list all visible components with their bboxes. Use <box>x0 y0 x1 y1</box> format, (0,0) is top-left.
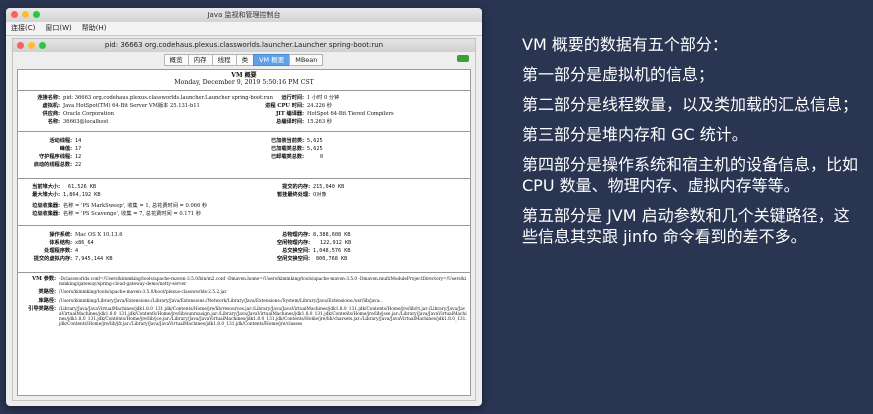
tab-overview[interactable]: 概览 <box>163 54 189 66</box>
menu-connection[interactable]: 连接(C) <box>11 22 35 35</box>
gc-row: 垃圾收集器: 名称 = 'PS Scavenge', 收集 = 7, 总花费时间 … <box>32 211 202 217</box>
tab-classes[interactable]: 类 <box>235 54 255 66</box>
vm-info-section: 连接名称: pid: 36663 org.codehaus.plexus.clas… <box>18 91 470 132</box>
info-row: JIT 编译器: HotSpot 64-Bit Tiered Compilers <box>275 111 394 117</box>
info-row: 提交的虚拟内存: 7,945,144 KB <box>33 256 113 262</box>
note-part2: 第二部分是线程数量，以及类加载的汇总信息； <box>522 95 859 114</box>
tab-vm-summary[interactable]: VM 概要 <box>253 54 291 66</box>
info-row: 空闲交换空间: 800,768 KB <box>276 256 348 262</box>
info-row: 已卸载类总数: 0 <box>270 154 324 160</box>
info-row: 提交的内存: 215,040 KB <box>282 184 345 190</box>
minimize-button[interactable] <box>22 11 29 18</box>
info-row: 操作系统: Mac OS X 10.13.6 <box>49 232 123 238</box>
jconsole-window: Java 监视和管理控制台 连接(C) 窗口(W) 帮助(H) pid: 366… <box>6 8 482 406</box>
close-button[interactable] <box>11 11 18 18</box>
info-row: 守护程序线程: 12 <box>38 154 82 160</box>
gc-row: 垃圾收集器: 名称 = 'PS MarkSweep', 收集 = 1, 总花费时间… <box>32 203 208 209</box>
info-row: 名称: 36663@localhost <box>47 119 109 125</box>
connection-titlebar: pid: 36663 org.codehaus.plexus.classworl… <box>13 39 475 52</box>
summary-title: VM 概要 <box>231 72 257 79</box>
zoom-button[interactable] <box>33 11 40 18</box>
info-row: 空闲物理内存: 122,912 KB <box>276 240 352 246</box>
info-row: 处理程序数: 4 <box>44 248 79 254</box>
info-row: 启动的线程总数: 22 <box>33 162 82 168</box>
info-row: 活动线程: 14 <box>49 138 82 144</box>
note-part1: 第一部分是虚拟机的信息； <box>522 65 715 84</box>
summary-header: VM 概要 Monday, December 9, 2019 5:50:16 P… <box>18 70 470 91</box>
window-titlebar: Java 监视和管理控制台 <box>6 8 482 22</box>
info-row: 最大堆大小: 1,864,192 KB <box>32 192 101 198</box>
inner-close-button[interactable] <box>17 42 24 49</box>
info-row: 暂挂最终处理: 0对象 <box>276 192 327 198</box>
threads-classes-section: 活动线程: 14 峰值: 17 守护程序线程: 12 启动的线程总数: 22 已加装当前… <box>18 132 470 179</box>
note-intro: VM 概要的数据有五个部分： <box>522 35 728 54</box>
note-part5: 第五部分是 JVM 启动参数和几个关键路径，这些信息其实跟 jinfo 命令看到… <box>522 206 850 246</box>
menu-bar: 连接(C) 窗口(W) 帮助(H) <box>6 22 482 36</box>
tab-mbean[interactable]: MBean <box>289 54 324 66</box>
note-part3: 第三部分是堆内存和 GC 统计。 <box>522 125 748 144</box>
heap-gc-section: 当前堆大小: 61,526 KB 最大堆大小: 1,864,192 KB 提交的内存… <box>18 179 470 226</box>
connection-plug-icon[interactable] <box>457 55 469 62</box>
summary-datetime: Monday, December 9, 2019 5:50:16 PM CST <box>174 79 314 86</box>
tab-bar: 概览 内存 线程 类 VM 概要 MBean <box>13 52 475 68</box>
info-row: 连接名称: pid: 36663 org.codehaus.plexus.clas… <box>37 95 273 101</box>
info-row: 总编译时间: 15.263 秒 <box>276 119 332 125</box>
info-row: 当前堆大小: 61,526 KB <box>32 184 97 190</box>
inner-minimize-button[interactable] <box>28 42 35 49</box>
info-row: 总交换空间: 1,048,576 KB <box>282 248 351 254</box>
path-row: 类路径:/Users/kimmking/tools/apache-maven-3… <box>38 289 227 296</box>
info-row: 峰值: 17 <box>59 146 82 152</box>
path-row: 库路径:/Users/kimmking/Library/Java/Extensi… <box>38 297 382 304</box>
tab-memory[interactable]: 内存 <box>187 54 213 66</box>
menu-help[interactable]: 帮助(H) <box>82 22 107 35</box>
info-row: 运行时间: 1 小时 0 分钟 <box>281 95 340 101</box>
vm-summary-panel: VM 概要 Monday, December 9, 2019 5:50:16 P… <box>17 69 471 396</box>
info-row: 虚拟机: Java HotSpot(TM) 64-Bit Server VM版本 … <box>42 103 200 109</box>
menu-window[interactable]: 窗口(W) <box>45 22 71 35</box>
inner-zoom-button[interactable] <box>39 42 46 49</box>
info-row: 总物理内存: 8,388,608 KB <box>282 232 351 238</box>
connection-title: pid: 36663 org.codehaus.plexus.classworl… <box>104 41 384 49</box>
explanation-text: VM 概要的数据有五个部分： 第一部分是虚拟机的信息； 第二部分是线程数量，以及… <box>522 34 862 256</box>
info-row: 已加载类总数: 5,625 <box>270 146 323 152</box>
path-row: VM 参数: -Dclassworlds.conf=/Users/kimmking… <box>32 276 467 288</box>
connection-frame: pid: 36663 org.codehaus.plexus.classworl… <box>12 38 476 401</box>
info-row: 已加装当前类: 5,625 <box>270 138 323 144</box>
window-title: Java 监视和管理控制台 <box>207 11 281 19</box>
note-part4: 第四部分是操作系统和宿主机的设备信息，比如 CPU 数量、物理内存、虚拟内存等等… <box>522 155 859 195</box>
path-row: 引导类路径:/Library/Java/JavaVirtualMachines/… <box>28 305 467 328</box>
info-row: 体系结构: x86_64 <box>49 240 94 246</box>
jvm-args-section: VM 参数: -Dclassworlds.conf=/Users/kimmking… <box>18 273 470 328</box>
os-section: 操作系统: Mac OS X 10.13.6 体系结构: x86_64 处理程序数:… <box>18 226 470 273</box>
info-row: 进程 CPU 时间: 24.226 秒 <box>265 103 332 109</box>
tab-threads[interactable]: 线程 <box>211 54 237 66</box>
info-row: 供应商: Oracle Corporation <box>42 111 114 117</box>
